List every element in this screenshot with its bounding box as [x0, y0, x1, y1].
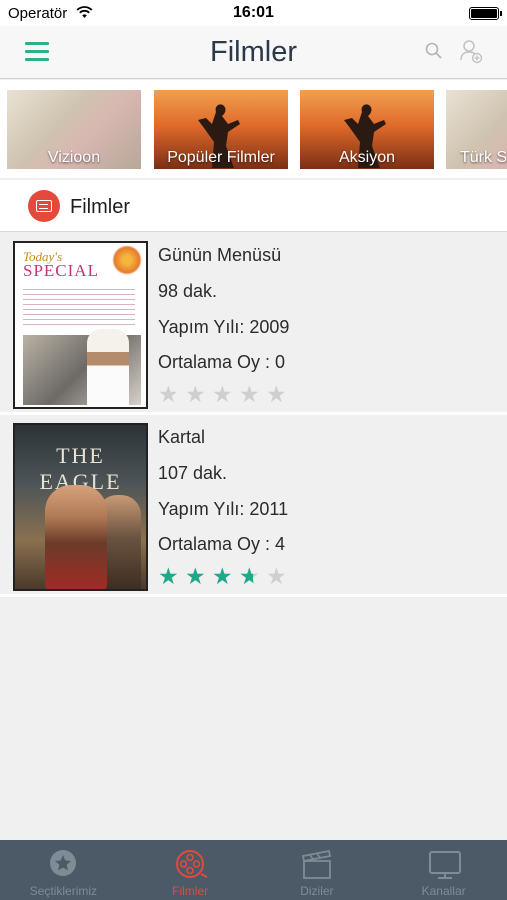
- movie-title: Günün Menüsü: [158, 245, 282, 265]
- tab-kanallar[interactable]: Kanallar: [380, 840, 507, 900]
- category-card-populer-filmler[interactable]: Popüler Filmler: [154, 90, 288, 169]
- search-icon[interactable]: [424, 41, 444, 61]
- star-filled-icon: ★: [185, 563, 206, 589]
- movie-poster: Today's SPECIAL: [13, 241, 148, 409]
- category-card-aksiyon[interactable]: Aksiyon: [300, 90, 434, 169]
- rating-stars: ★ ★ ★ ★ ★ ★: [158, 564, 293, 588]
- tab-bar: Seçtiklerimiz Filmler Diziler Kanallar: [0, 840, 507, 900]
- clock: 16:01: [233, 4, 274, 21]
- star-filled-icon: ★: [212, 563, 233, 589]
- movie-list: Today's SPECIAL Günün Menüsü 98 dak. Yap…: [0, 233, 507, 597]
- movie-rating-text: Ortalama Oy : 0: [158, 352, 286, 372]
- tab-label: Kanallar: [421, 884, 466, 898]
- tab-label: Filmler: [172, 884, 209, 898]
- poster-chef-figure: [87, 329, 129, 405]
- tab-label: Diziler: [300, 884, 334, 898]
- section-header: Filmler: [0, 180, 507, 232]
- movie-duration: 107 dak.: [158, 463, 228, 483]
- tab-filmler[interactable]: Filmler: [127, 840, 254, 900]
- flower-decoration: [112, 245, 142, 275]
- category-card-vizioon[interactable]: Vizioon: [7, 90, 141, 169]
- star-empty-icon: ★: [239, 381, 260, 407]
- tab-secilenler[interactable]: Seçtiklerimiz: [0, 840, 127, 900]
- poster-title: SPECIAL: [23, 261, 99, 280]
- category-label: Vizioon: [47, 149, 101, 166]
- star-empty-icon: ★: [212, 381, 233, 407]
- category-label: Türk Sinema: [460, 149, 507, 166]
- navigation-bar: Filmler: [0, 26, 507, 79]
- star-filled-icon: ★: [158, 563, 179, 589]
- film-icon: [28, 190, 60, 222]
- category-label: Popüler Filmler: [167, 149, 275, 166]
- poster-figure: [45, 485, 107, 589]
- star-circle-icon: [46, 848, 80, 882]
- movie-poster: THE EAGLE: [13, 423, 148, 591]
- rating-stars: ★ ★ ★ ★ ★: [158, 382, 293, 406]
- tab-label: Seçtiklerimiz: [29, 884, 98, 898]
- tab-diziler[interactable]: Diziler: [254, 840, 381, 900]
- battery-icon: [469, 7, 502, 20]
- poster-text-block: [23, 289, 135, 329]
- movie-year: Yapım Yılı: 2011: [158, 499, 289, 519]
- movie-title: Kartal: [158, 427, 206, 447]
- movie-row[interactable]: Today's SPECIAL Günün Menüsü 98 dak. Yap…: [0, 233, 507, 415]
- movie-duration: 98 dak.: [158, 281, 218, 301]
- star-empty-icon: ★: [158, 381, 179, 407]
- movie-row[interactable]: THE EAGLE Kartal 107 dak. Yapım Yılı: 20…: [0, 415, 507, 597]
- category-card-turk-sinema[interactable]: Türk Sinema: [446, 90, 507, 169]
- movie-rating-text: Ortalama Oy : 4: [158, 534, 286, 554]
- category-carousel[interactable]: Vizioon Popüler Filmler Aksiyon Türk Sin…: [0, 80, 507, 178]
- star-empty-icon: ★: [266, 381, 287, 407]
- status-bar: Operatör 16:01: [0, 0, 507, 26]
- movie-year: Yapım Yılı: 2009: [158, 317, 290, 337]
- star-empty-icon: ★: [266, 563, 287, 589]
- tv-icon: [427, 848, 461, 882]
- clapperboard-icon: [300, 848, 334, 882]
- user-add-icon[interactable]: [458, 38, 484, 64]
- star-empty-icon: ★: [185, 381, 206, 407]
- star-half-icon: ★ ★: [239, 563, 260, 589]
- film-reel-icon: [173, 848, 208, 882]
- category-label: Aksiyon: [338, 149, 396, 166]
- section-title: Filmler: [70, 196, 130, 218]
